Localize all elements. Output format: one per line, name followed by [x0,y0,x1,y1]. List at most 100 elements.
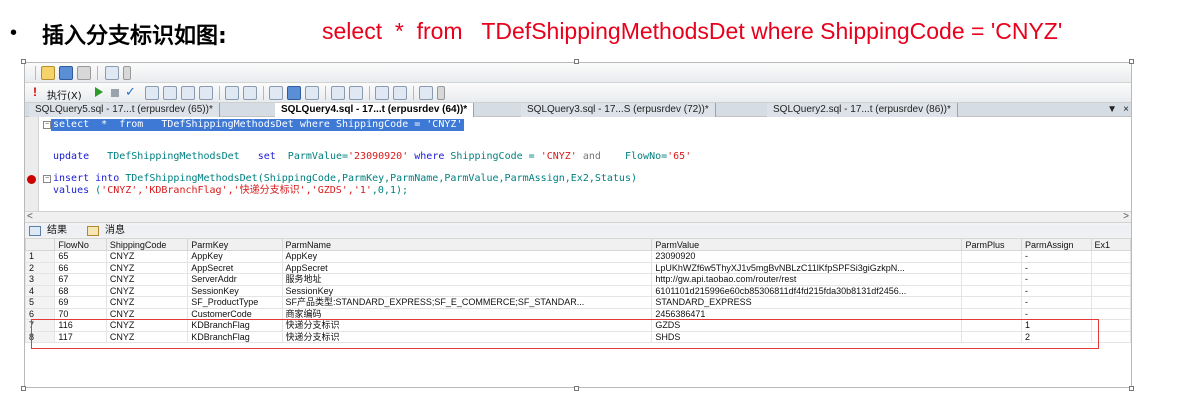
results-text-icon[interactable] [269,86,283,100]
cell-row-number[interactable]: 1 [25,250,56,263]
cell-shippingcode[interactable]: CNYZ [105,250,189,263]
resize-handle[interactable] [21,386,26,391]
cell-ex1[interactable] [1090,296,1131,309]
scroll-left-icon[interactable]: < [27,211,33,222]
resize-handle[interactable] [574,59,579,64]
table-row[interactable]: 7 116 CNYZ KDBranchFlag 快递分支标识 GZDS 1 [25,319,1131,332]
table-row[interactable]: 2 66 CNYZ AppSecret AppSecret LpUKhWZf6w5ThyX… [25,261,1131,274]
cell-flowno[interactable]: 116 [54,319,107,332]
table-row[interactable]: 3 67 CNYZ ServerAddr 服务地址 http://gw.api.taoba… [25,273,1131,286]
cell-parmvalue[interactable]: SHDS [651,330,963,343]
cell-parmvalue[interactable]: 23090920 [651,250,963,263]
cell-shippingcode[interactable]: CNYZ [105,319,189,332]
column-header-parmkey[interactable]: ParmKey [187,238,283,251]
cell-shippingcode[interactable]: CNYZ [105,273,189,286]
cell-parmname[interactable]: AppKey [281,250,653,263]
parse-check-icon[interactable]: ✓ [125,84,136,100]
estimated-plan-icon[interactable] [145,86,159,100]
column-header-shippingcode[interactable]: ShippingCode [105,238,189,251]
tab-results[interactable]: 结果 [47,225,67,237]
cell-parmassign[interactable]: - [1021,273,1092,286]
cell-shippingcode[interactable]: CNYZ [105,330,189,343]
resize-handle[interactable] [574,386,579,391]
include-plan-icon[interactable] [225,86,239,100]
column-header-parmvalue[interactable]: ParmValue [651,238,963,251]
cell-ex1[interactable] [1090,261,1131,274]
cell-parmassign[interactable]: - [1021,261,1092,274]
cell-row-number[interactable]: 8 [25,330,56,343]
cell-parmname[interactable]: SF产品类型:STANDARD_EXPRESS;SF_E_COMMERCE;SF… [281,296,653,309]
resize-handle[interactable] [1129,59,1134,64]
cell-ex1[interactable] [1090,330,1131,343]
tab-sqlquery2[interactable]: SQLQuery2.sql - 17...t (erpusrdev (86))* [767,103,958,117]
scroll-right-icon[interactable]: > [1123,211,1129,222]
cell-parmkey[interactable]: CustomerCode [187,307,283,320]
resize-handle[interactable] [21,59,26,64]
cell-parmplus[interactable] [961,273,1022,286]
table-row[interactable]: 1 65 CNYZ AppKey AppKey 23090920- [25,250,1131,263]
cell-flowno[interactable]: 67 [54,273,107,286]
tab-sqlquery5[interactable]: SQLQuery5.sql - 17...t (erpusrdev (65))* [29,103,220,117]
cell-parmassign[interactable]: - [1021,307,1092,320]
cell-flowno[interactable]: 70 [54,307,107,320]
cell-parmvalue[interactable]: http://gw.api.taobao.com/router/rest [651,273,963,286]
execute-icon[interactable]: ! [33,85,37,99]
cell-ex1[interactable] [1090,307,1131,320]
cell-parmkey[interactable]: SessionKey [187,284,283,297]
cell-flowno[interactable]: 66 [54,261,107,274]
cell-parmplus[interactable] [961,296,1022,309]
cell-flowno[interactable]: 117 [54,330,107,343]
cell-flowno[interactable]: 65 [54,250,107,263]
cell-shippingcode[interactable]: CNYZ [105,261,189,274]
column-header-parmname[interactable]: ParmName [281,238,653,251]
open-icon[interactable] [41,66,55,80]
cell-parmassign[interactable]: - [1021,296,1092,309]
cell-parmassign[interactable]: 2 [1021,330,1092,343]
tab-sqlquery4[interactable]: SQLQuery4.sql - 17...t (erpusrdev (64))* [275,103,475,117]
column-header[interactable] [25,238,56,251]
debug-play-icon[interactable] [95,87,103,97]
cell-row-number[interactable]: 6 [25,307,56,320]
chevron-down-icon[interactable] [123,66,131,80]
save-icon[interactable] [59,66,73,80]
cell-parmkey[interactable]: AppSecret [187,261,283,274]
cell-parmkey[interactable]: AppKey [187,250,283,263]
cell-ex1[interactable] [1090,284,1131,297]
table-row[interactable]: 5 69 CNYZ SF_ProductType SF产品类型:STANDARD_EXP… [25,296,1131,309]
cell-shippingcode[interactable]: CNYZ [105,284,189,297]
editor-horizontal-scrollbar[interactable]: < > [25,211,1131,223]
cell-parmplus[interactable] [961,307,1022,320]
query-designer-icon[interactable] [163,86,177,100]
column-header-parmassign[interactable]: ParmAssign [1021,238,1092,251]
cell-parmkey[interactable]: KDBranchFlag [187,330,283,343]
stop-icon[interactable] [111,89,119,97]
query-editor[interactable]: − select * from TDefShippingMethodsDet w… [25,117,1131,211]
column-header-flowno[interactable]: FlowNo [54,238,107,251]
results-file-icon[interactable] [305,86,319,100]
cell-shippingcode[interactable]: CNYZ [105,307,189,320]
cell-parmvalue[interactable]: GZDS [651,319,963,332]
tab-list-dropdown-icon[interactable]: ▼ [1107,103,1117,117]
cell-parmplus[interactable] [961,319,1022,332]
cell-parmname[interactable]: SessionKey [281,284,653,297]
cell-parmplus[interactable] [961,330,1022,343]
intellisense-icon[interactable] [199,86,213,100]
chevron-down-icon[interactable] [437,86,445,100]
cell-flowno[interactable]: 68 [54,284,107,297]
table-row[interactable]: 8 117 CNYZ KDBranchFlag 快递分支标识 SHDS 2 [25,330,1131,343]
cell-parmplus[interactable] [961,250,1022,263]
tab-sqlquery3[interactable]: SQLQuery3.sql - 17...S (erpusrdev (72))* [521,103,716,117]
results-grid[interactable]: FlowNo ShippingCode ParmKey ParmName Par… [25,238,1131,387]
comment-icon[interactable] [331,86,345,100]
column-header-ex1[interactable]: Ex1 [1090,238,1131,251]
close-icon[interactable]: × [1123,103,1129,117]
increase-indent-icon[interactable] [393,86,407,100]
cell-parmname[interactable]: 商家编码 [281,307,653,320]
cell-row-number[interactable]: 4 [25,284,56,297]
fold-toggle-icon[interactable]: − [43,175,51,183]
cell-row-number[interactable]: 5 [25,296,56,309]
cell-parmname[interactable]: 快递分支标识 [281,319,653,332]
fold-toggle-icon[interactable]: − [43,121,51,129]
template-params-icon[interactable] [419,86,433,100]
execute-button[interactable]: 执行(X) [47,87,82,102]
